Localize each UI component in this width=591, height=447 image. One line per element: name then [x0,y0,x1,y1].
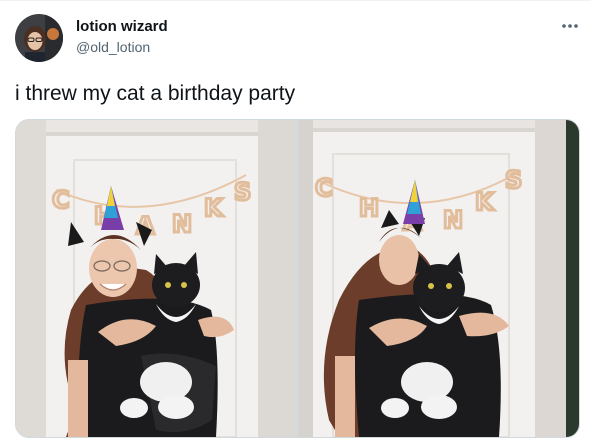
banner-letter-k: K [204,194,224,222]
banner-letter-h-2: H [359,194,379,222]
photo-2-image: C H A N K S [298,120,579,437]
more-options-button[interactable] [557,15,583,37]
photo-1[interactable]: C H A N K S [16,120,297,437]
photo-1-image: C H A N K S [16,120,297,437]
banner-letter-c: C [52,186,70,214]
banner-letter-s-2: S [505,166,522,194]
photo-2[interactable]: C H A N K S [298,120,579,437]
banner-letter-k-2: K [475,188,495,216]
media-grid: C H A N K S C H N K S [15,119,580,438]
avatar-image [15,14,63,62]
tweet-text: i threw my cat a birthday party [15,82,296,105]
more-horizontal-icon [562,24,578,28]
avatar[interactable] [15,14,63,62]
user-handle[interactable]: @old_lotion [76,39,150,55]
banner-letter-n-2: N [443,206,463,234]
display-name[interactable]: lotion wizard [76,18,168,35]
banner-letter-c-2: C [315,174,333,202]
banner-letter-s: S [234,178,251,206]
banner-letter-n: N [172,210,192,238]
tweet-card[interactable]: lotion wizard @old_lotion i threw my cat… [0,0,591,447]
